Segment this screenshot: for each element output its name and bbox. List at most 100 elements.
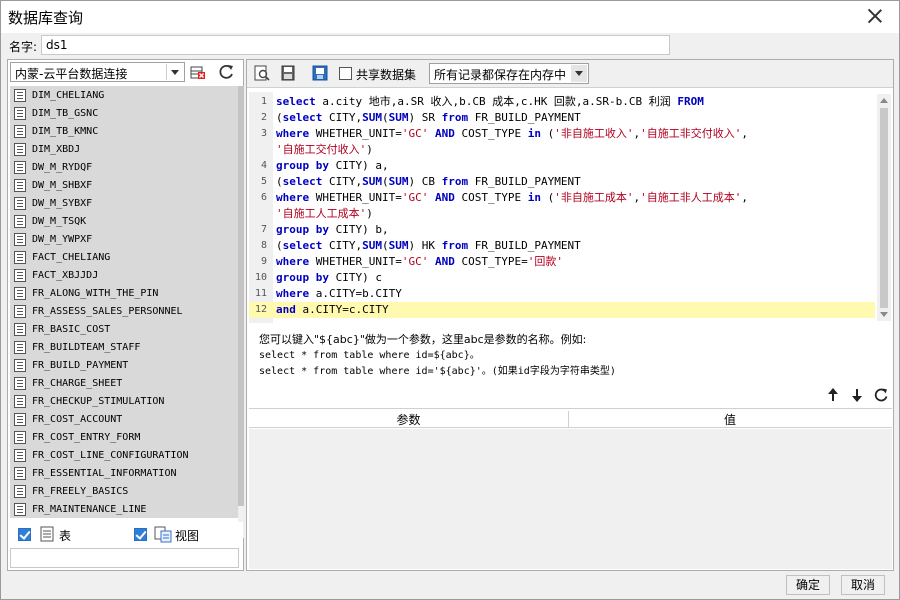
sql-code-line: 7 group by CITY) b, [249, 222, 875, 238]
table-icon [14, 448, 26, 462]
sql-code-text: where WHETHER_UNIT='GC' AND COST_TYPE='回… [276, 254, 563, 270]
table-icon [14, 286, 26, 300]
line-number: 5 [260, 176, 267, 187]
parameter-table-body[interactable] [249, 429, 892, 569]
sql-token: AND [434, 127, 455, 140]
sql-token: FROM [677, 95, 704, 108]
query-dialog: 数据库查询 名字: 内蒙-云平台数据连接 DIM_CHELIA [0, 0, 900, 600]
line-number: 9 [260, 256, 267, 267]
sql-toolbar: 共享数据集 所有记录都保存在内存中 [247, 60, 893, 88]
sql-token: where [276, 191, 310, 204]
view-checkbox[interactable] [134, 528, 147, 541]
table-list-item[interactable]: FACT_CHELIANG [10, 248, 238, 266]
table-icon [14, 340, 26, 354]
sql-code-line: 3 where WHETHER_UNIT='GC' AND COST_TYPE i… [249, 126, 875, 142]
move-down-button[interactable] [849, 387, 865, 403]
table-checkbox[interactable] [18, 528, 31, 541]
sql-token: FR_BUILD_PAYMENT [468, 175, 581, 188]
param-column-header: 参数 [249, 411, 569, 428]
table-list-item[interactable]: FR_COST_LINE_CONFIGURATION [10, 446, 238, 464]
table-name: FR_ALONG_WITH_THE_PIN [32, 287, 159, 299]
table-list-item[interactable]: FR_MAINTENANCE_LINE [10, 500, 238, 518]
table-list-item[interactable]: FR_ESSENTIAL_INFORMATION [10, 464, 238, 482]
table-list-item[interactable]: FR_ASSESS_SALES_PERSONNEL [10, 302, 238, 320]
editor-scrollbar-thumb[interactable] [880, 108, 888, 308]
table-list-item[interactable]: DIM_TB_KMNC [10, 122, 238, 140]
scroll-down-icon[interactable] [880, 312, 888, 317]
table-list[interactable]: DIM_CHELIANG DIM_TB_GSNC DIM_TB_KMNC DIM_XB… [10, 86, 238, 538]
scrollbar-thumb[interactable] [238, 86, 244, 506]
table-icon [14, 268, 26, 282]
sql-token: AND [434, 191, 455, 204]
cancel-button[interactable]: 取消 [841, 575, 885, 595]
export-button[interactable] [311, 64, 331, 84]
table-list-item[interactable]: DIM_CHELIANG [10, 86, 238, 104]
sql-token: 'GC' [401, 127, 429, 140]
table-list-item[interactable]: DIM_XBDJ [10, 140, 238, 158]
table-list-item[interactable]: DW_M_TSQK [10, 212, 238, 230]
name-input[interactable] [41, 35, 670, 55]
table-name: FR_FREELY_BASICS [32, 485, 129, 497]
table-list-item[interactable]: FR_BUILD_PAYMENT [10, 356, 238, 374]
export-icon [312, 65, 328, 81]
connection-select-value: 内蒙-云平台数据连接 [15, 67, 128, 81]
table-list-item[interactable]: FR_BASIC_COST [10, 320, 238, 338]
table-list-item[interactable]: DW_M_SHBXF [10, 176, 238, 194]
table-icon [14, 178, 26, 192]
line-number: 12 [254, 304, 267, 315]
preview-button[interactable] [253, 64, 273, 84]
refresh-params-button[interactable] [873, 387, 889, 403]
parameter-hint: 您可以键入"${abc}"做为一个参数，这里abc是参数的名称。例如: sele… [259, 332, 616, 380]
connection-select[interactable]: 内蒙-云平台数据连接 [10, 62, 185, 82]
table-list-item[interactable]: DW_M_YWPXF [10, 230, 238, 248]
editor-scrollbar[interactable] [877, 94, 891, 321]
sql-token: FR_BUILD_PAYMENT [468, 239, 581, 252]
table-name: DW_M_RYDQF [32, 161, 93, 173]
sql-editor[interactable]: 1 select a.city 地市,a.SR 收入,b.CB 成本,c.HK 回… [249, 92, 892, 323]
table-list-item[interactable]: FACT_XBJJDJ [10, 266, 238, 284]
table-list-item[interactable]: FR_ALONG_WITH_THE_PIN [10, 284, 238, 302]
ok-button[interactable]: 确定 [786, 575, 830, 595]
memory-mode-select[interactable]: 所有记录都保存在内存中 [429, 63, 589, 84]
save-button[interactable] [279, 64, 299, 84]
share-dataset-checkbox[interactable] [339, 67, 352, 80]
table-list-item[interactable]: FR_FREELY_BASICS [10, 482, 238, 500]
table-list-item[interactable]: FR_CHECKUP_STIMULATION [10, 392, 238, 410]
scroll-up-icon[interactable] [880, 98, 888, 103]
sql-code-text: (select CITY,SUM(SUM) HK from FR_BUILD_P… [276, 238, 581, 254]
sql-code-text: where WHETHER_UNIT='GC' AND COST_TYPE in… [276, 190, 748, 206]
table-list-item[interactable]: DW_M_SYBXF [10, 194, 238, 212]
sql-token: ( [540, 127, 555, 140]
sql-code-line: '自施工人工成本') [249, 206, 875, 222]
table-list-item[interactable]: DIM_TB_GSNC [10, 104, 238, 122]
refresh-button[interactable] [216, 62, 236, 82]
line-number: 4 [260, 160, 267, 171]
delete-connection-button[interactable] [188, 62, 208, 82]
table-list-item[interactable]: FR_COST_ENTRY_FORM [10, 428, 238, 446]
table-search-input[interactable] [10, 548, 239, 568]
table-list-item[interactable]: FR_COST_ACCOUNT [10, 410, 238, 428]
table-list-item[interactable]: FR_CHARGE_SHEET [10, 374, 238, 392]
sql-token: 'GC' [401, 255, 429, 268]
sql-token: from [441, 175, 469, 188]
sql-token: FR_BUILD_PAYMENT [468, 111, 581, 124]
close-icon[interactable] [865, 6, 885, 26]
sql-code-line: 9 where WHETHER_UNIT='GC' AND COST_TYPE='… [249, 254, 875, 270]
memory-mode-value: 所有记录都保存在内存中 [434, 68, 567, 82]
title-bar: 数据库查询 [1, 1, 899, 33]
table-name: DW_M_YWPXF [32, 233, 93, 245]
table-list-item[interactable]: DW_M_RYDQF [10, 158, 238, 176]
table-icon [14, 88, 26, 102]
sql-code-text: group by CITY) a, [276, 158, 389, 174]
chevron-down-icon [571, 65, 587, 82]
move-up-button[interactable] [825, 387, 841, 403]
table-icon [14, 160, 26, 174]
line-number: 2 [260, 112, 267, 123]
sql-code-line: 2 (select CITY,SUM(SUM) SR from FR_BUILD_… [249, 110, 875, 126]
table-list-scrollbar[interactable] [238, 86, 244, 538]
sql-token: a.CITY=c.CITY [295, 303, 389, 316]
table-list-item[interactable]: FR_BUILDTEAM_STAFF [10, 338, 238, 356]
sql-token: ( [276, 175, 283, 188]
line-number: 10 [254, 272, 267, 283]
